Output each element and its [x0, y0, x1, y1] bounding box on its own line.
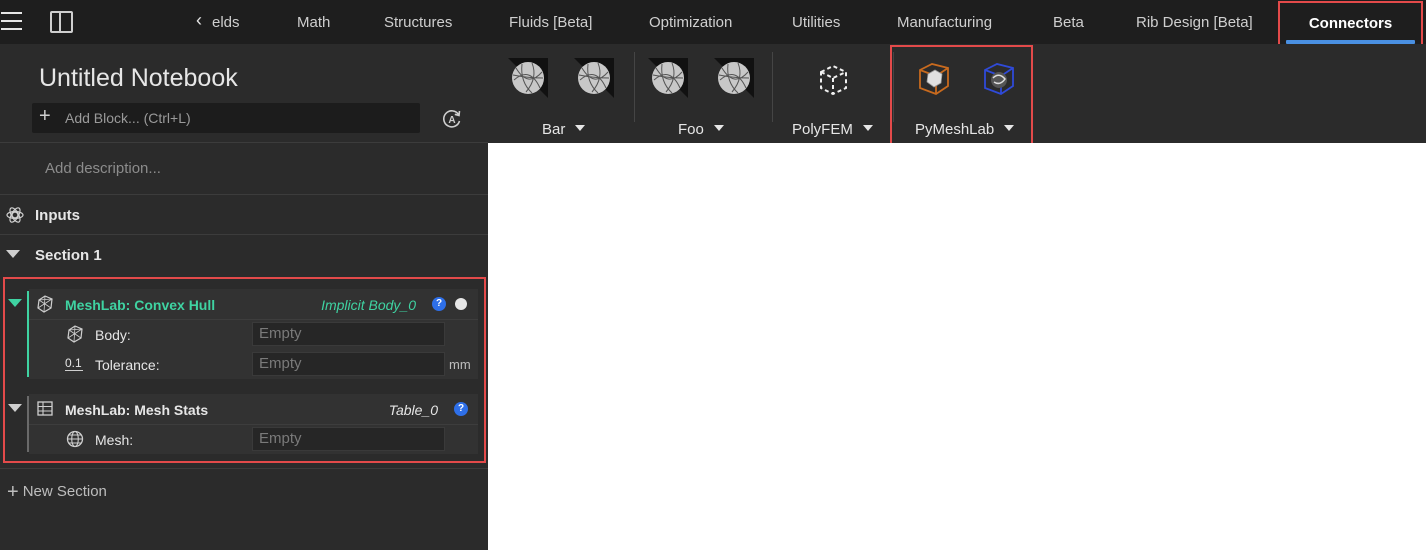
tab-optimization[interactable]: Optimization — [649, 14, 732, 31]
blocks-highlight-frame — [3, 277, 486, 463]
section-collapse-icon[interactable] — [6, 250, 20, 258]
add-block-placeholder: Add Block... (Ctrl+L) — [65, 110, 191, 126]
viewport-canvas[interactable] — [488, 143, 1426, 550]
tab-fluids-beta[interactable]: Fluids [Beta] — [509, 14, 592, 31]
ribbon-separator — [634, 52, 635, 122]
notebook-panel: Untitled Notebook + Add Block... (Ctrl+L… — [0, 44, 488, 550]
top-tab-bar: ‹ elds Math Structures Fluids [Beta] Opt… — [0, 0, 1426, 54]
sphere-icon[interactable] — [648, 58, 688, 98]
tab-scroll-left-icon[interactable]: ‹ — [196, 11, 202, 29]
polyfem-group-label: PolyFEM — [792, 121, 853, 138]
plus-icon: + — [7, 481, 19, 503]
bar-group-dropdown[interactable]: Bar — [542, 121, 586, 138]
new-section-label: New Section — [22, 483, 107, 500]
foo-group-label: Foo — [678, 121, 704, 138]
tab-fields[interactable]: elds — [212, 14, 240, 31]
description-input[interactable]: Add description... — [45, 160, 161, 177]
dashed-cube-icon[interactable] — [813, 60, 853, 100]
tab-structures[interactable]: Structures — [384, 14, 452, 31]
svg-text:A: A — [448, 115, 455, 126]
new-section-button[interactable]: + New Section — [7, 481, 107, 504]
divider — [0, 234, 488, 235]
section-title[interactable]: Section 1 — [35, 247, 102, 264]
plus-icon: + — [39, 105, 51, 127]
hamburger-menu-icon[interactable] — [0, 10, 24, 34]
tab-connectors-label: Connectors — [1308, 15, 1393, 32]
foo-group-dropdown[interactable]: Foo — [678, 121, 724, 138]
tab-math[interactable]: Math — [297, 14, 330, 31]
sphere-icon[interactable] — [508, 58, 548, 98]
chevron-down-icon — [575, 125, 586, 131]
polyfem-group-dropdown[interactable]: PolyFEM — [792, 121, 873, 138]
tab-utilities[interactable]: Utilities — [792, 14, 840, 31]
chevron-down-icon — [862, 125, 873, 131]
tab-rib-design-beta[interactable]: Rib Design [Beta] — [1136, 14, 1253, 31]
pymeshlab-highlight-frame — [890, 45, 1033, 147]
tab-manufacturing[interactable]: Manufacturing — [897, 14, 992, 31]
tab-beta[interactable]: Beta — [1053, 14, 1084, 31]
chevron-down-icon — [713, 125, 724, 131]
bar-group-label: Bar — [542, 121, 566, 138]
divider — [0, 142, 488, 143]
panel-toggle-icon[interactable] — [50, 11, 73, 33]
divider — [0, 194, 488, 195]
ribbon-toolbar: Bar Foo PolyFEM PyMeshLab — [488, 44, 1426, 147]
app-window: ‹ elds Math Structures Fluids [Beta] Opt… — [0, 0, 1426, 550]
notebook-title[interactable]: Untitled Notebook — [39, 64, 238, 93]
sphere-icon[interactable] — [574, 58, 614, 98]
auto-run-icon[interactable]: A — [441, 108, 463, 130]
inputs-icon — [6, 207, 24, 223]
divider — [0, 468, 488, 469]
add-block-input[interactable]: + Add Block... (Ctrl+L) — [32, 103, 420, 133]
sphere-icon[interactable] — [714, 58, 754, 98]
inputs-label[interactable]: Inputs — [35, 207, 80, 224]
ribbon-separator — [772, 52, 773, 122]
